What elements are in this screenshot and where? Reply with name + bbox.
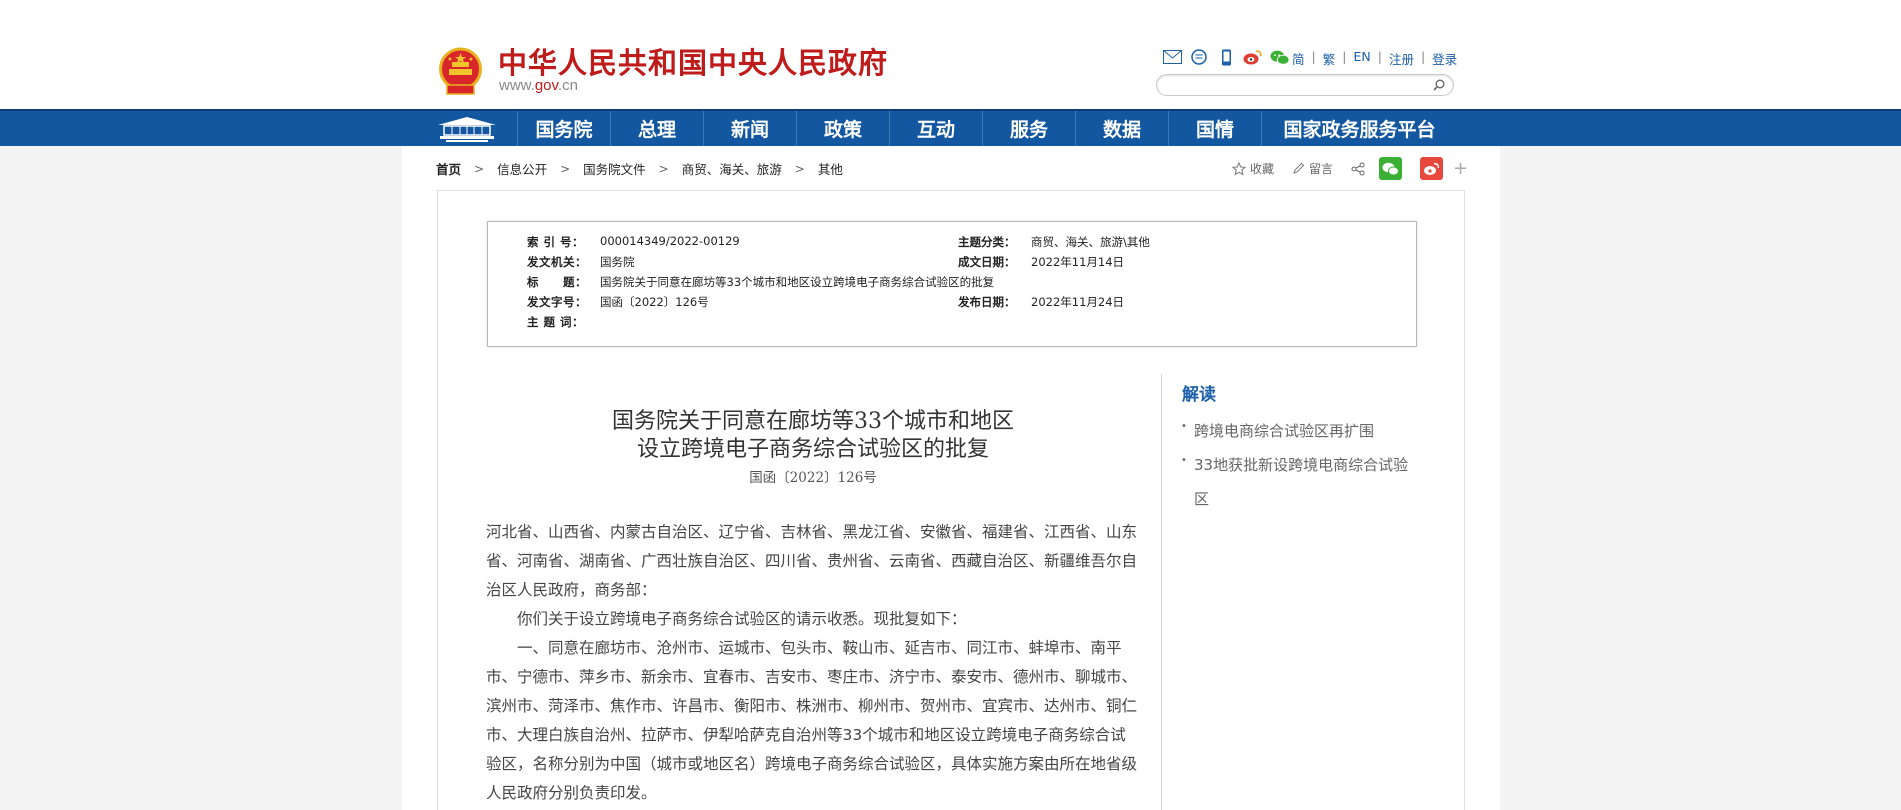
url-highlight: gov: [534, 77, 558, 94]
weibo-share-button[interactable]: [1420, 157, 1444, 180]
document-number: 国函〔2022〕126号: [749, 470, 877, 486]
mail-icon[interactable]: [1162, 48, 1182, 66]
nav-item-interaction[interactable]: 互动: [889, 111, 982, 146]
published-date-label: 发布日期：: [958, 295, 1016, 309]
national-emblem-icon[interactable]: [438, 47, 483, 97]
nav-items: 国务院 总理 新闻 政策 互动 服务 数据 国情 国家政务服务平台: [517, 111, 1457, 146]
document-title-line2: 设立跨境电子商务综合试验区的批复: [636, 437, 989, 462]
category-label: 主题分类：: [958, 235, 1016, 249]
separator: |: [1377, 49, 1382, 64]
body-paragraph: 你们关于设立跨境电子商务综合试验区的请示收悉。现批复如下：: [517, 610, 967, 628]
breadcrumb-other[interactable]: 其他: [818, 159, 843, 178]
chevron-right-icon: >: [794, 161, 805, 176]
breadcrumb-info-public[interactable]: 信息公开: [497, 159, 547, 178]
interpretation-heading: 解读: [1182, 385, 1216, 405]
published-date-value: 2022年11月24日: [1031, 295, 1125, 309]
meta-row: 发文机关： 国务院 成文日期： 2022年11月14日: [488, 254, 1416, 274]
keywords-label: 主 题 词：: [527, 315, 585, 329]
login-link[interactable]: 登录: [1432, 49, 1457, 68]
index-label: 索 引 号：: [527, 235, 585, 249]
url-prefix: www.: [499, 77, 535, 94]
chevron-right-icon: >: [474, 161, 485, 176]
created-date-value: 2022年11月14日: [1031, 255, 1125, 269]
meta-row: 索 引 号： 000014349/2022-00129 主题分类： 商贸、海关、…: [488, 234, 1416, 254]
title-value: 国务院关于同意在廊坊等33个城市和地区设立跨境电子商务综合试验区的批复: [600, 275, 995, 289]
title-label: 标 题：: [527, 275, 587, 289]
share-toolbar: 收藏 留言 +: [1232, 157, 1468, 180]
chevron-right-icon: >: [560, 161, 571, 176]
weibo-icon: [1424, 162, 1440, 175]
created-date-label: 成文日期：: [958, 255, 1016, 269]
separator: |: [1342, 49, 1347, 64]
doc-number-label: 发文字号：: [527, 295, 587, 309]
favorite-label[interactable]: 收藏: [1250, 160, 1274, 177]
mobile-icon[interactable]: [1216, 48, 1236, 66]
nav-item-gov-service-platform[interactable]: 国家政务服务平台: [1261, 111, 1457, 146]
breadcrumb: 首页 > 信息公开 > 国务院文件 > 商贸、海关、旅游 > 其他: [436, 159, 843, 178]
search-input[interactable]: [1167, 77, 1425, 93]
home-icon[interactable]: [436, 114, 498, 144]
main-navigation: 国务院 总理 新闻 政策 互动 服务 数据 国情 国家政务服务平台: [0, 109, 1901, 146]
breadcrumb-commerce[interactable]: 商贸、海关、旅游: [682, 159, 782, 178]
lang-traditional[interactable]: 繁: [1323, 49, 1336, 68]
interpretation-link[interactable]: 33地获批新设跨境电商综合试验区: [1181, 444, 1421, 516]
category-value: 商贸、海关、旅游\其他: [1031, 235, 1150, 249]
wechat-icon: [1382, 162, 1400, 175]
meta-row: 发文字号： 国函〔2022〕126号 发布日期： 2022年11月24日: [488, 294, 1416, 314]
lang-english[interactable]: EN: [1353, 49, 1370, 68]
weibo-icon[interactable]: [1243, 48, 1263, 66]
header-tools: [1162, 47, 1290, 67]
message-icon[interactable]: [1189, 48, 1209, 66]
nav-item-premier[interactable]: 总理: [610, 111, 703, 146]
document-body: 河北省、山西省、内蒙古自治区、辽宁省、吉林省、黑龙江省、安徽省、福建省、江西省、…: [486, 518, 1138, 808]
nav-item-news[interactable]: 新闻: [703, 111, 796, 146]
wechat-icon[interactable]: [1270, 48, 1290, 66]
meta-row: 主 题 词：: [488, 314, 1416, 334]
body-paragraph: 一、同意在廊坊市、沧州市、运城市、包头市、鞍山市、延吉市、同江市、蚌埠市、南平市…: [486, 639, 1138, 802]
search-icon[interactable]: [1432, 78, 1446, 92]
issuer-value: 国务院: [600, 255, 635, 269]
site-url[interactable]: www.gov.cn: [499, 77, 578, 94]
site-title[interactable]: 中华人民共和国中央人民政府: [498, 40, 888, 82]
interpretation-link[interactable]: 跨境电商综合试验区再扩围: [1181, 410, 1421, 448]
nav-item-data[interactable]: 数据: [1075, 111, 1168, 146]
meta-row: 标 题： 国务院关于同意在廊坊等33个城市和地区设立跨境电子商务综合试验区的批复: [488, 274, 1416, 294]
register-link[interactable]: 注册: [1389, 49, 1414, 68]
lang-simplified[interactable]: 简: [1292, 49, 1305, 68]
doc-number-value: 国函〔2022〕126号: [600, 295, 709, 309]
issuer-label: 发文机关：: [527, 255, 587, 269]
comment-label[interactable]: 留言: [1309, 160, 1333, 177]
language-links: 简 | 繁 | EN | 注册 | 登录: [1292, 49, 1457, 68]
separator: |: [1311, 49, 1316, 64]
separator: |: [1420, 49, 1426, 64]
nav-item-state-council[interactable]: 国务院: [517, 111, 610, 146]
search-box: [1156, 74, 1454, 96]
breadcrumb-home[interactable]: 首页: [436, 159, 461, 178]
nav-item-national-info[interactable]: 国情: [1168, 111, 1261, 146]
index-value: 000014349/2022-00129: [600, 234, 740, 248]
nav-item-service[interactable]: 服务: [982, 111, 1075, 146]
star-icon[interactable]: [1232, 161, 1246, 176]
document-metadata-table: 索 引 号： 000014349/2022-00129 主题分类： 商贸、海关、…: [487, 221, 1417, 347]
breadcrumb-documents[interactable]: 国务院文件: [583, 159, 646, 178]
url-suffix: .cn: [557, 77, 578, 94]
wechat-share-button[interactable]: [1379, 157, 1403, 180]
more-share-icon[interactable]: +: [1453, 158, 1468, 179]
nav-item-policy[interactable]: 政策: [796, 111, 889, 146]
pencil-icon[interactable]: [1292, 162, 1305, 175]
site-header: 中华人民共和国中央人民政府 www.gov.cn 简 | 繁 | EN | 注册 | 登…: [0, 0, 1901, 109]
share-icon[interactable]: [1351, 162, 1365, 176]
body-paragraph: 河北省、山西省、内蒙古自治区、辽宁省、吉林省、黑龙江省、安徽省、福建省、江西省、…: [486, 523, 1138, 599]
chevron-right-icon: >: [658, 161, 669, 176]
column-divider: [1161, 374, 1162, 810]
interpretation-list: 跨境电商综合试验区再扩围 33地获批新设跨境电商综合试验区: [1181, 410, 1421, 516]
